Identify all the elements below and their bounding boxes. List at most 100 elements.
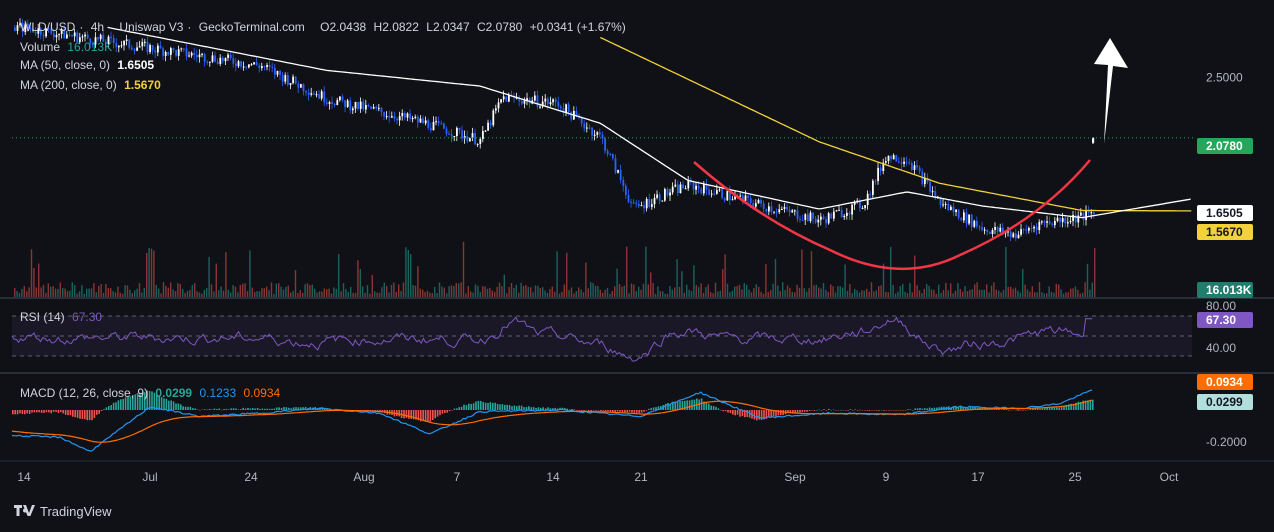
volume-bar xyxy=(1007,286,1009,297)
volume-bar xyxy=(342,283,345,297)
macd-hist-bar xyxy=(1010,409,1012,411)
candle-body xyxy=(258,65,261,68)
macd-hist-bar xyxy=(712,406,715,410)
macd-hist-bar xyxy=(278,407,280,410)
macd-hist-bar xyxy=(50,410,52,414)
macd-hist-bar xyxy=(768,410,770,418)
macd-hist-bar xyxy=(926,408,928,410)
volume-bar xyxy=(191,285,193,297)
volume-bar xyxy=(381,287,383,297)
candle-body xyxy=(843,215,846,218)
candle-body xyxy=(411,117,414,120)
macd-hist-bar xyxy=(624,410,626,413)
candle-body xyxy=(505,96,508,102)
macd-hist-bar xyxy=(240,409,242,410)
macd-hist-bar xyxy=(96,410,98,415)
candle-body xyxy=(16,25,19,31)
candle-body xyxy=(370,106,372,109)
volume-bar xyxy=(806,291,808,297)
candle-body xyxy=(825,219,827,224)
macd-hist-bar xyxy=(916,408,919,410)
candle-body xyxy=(1009,231,1012,238)
symbol-header: WLD/USD · 4h · Uniswap V3 · GeckoTerminal.c… xyxy=(20,20,626,34)
interval[interactable]: 4h xyxy=(91,20,104,34)
candle-body xyxy=(401,113,404,117)
volume-bar xyxy=(873,291,875,297)
candle-body xyxy=(762,203,765,209)
volume-bar xyxy=(650,272,652,297)
candle-body xyxy=(151,45,154,51)
candle-body xyxy=(900,162,903,164)
volume-bar xyxy=(162,282,165,297)
candle-body xyxy=(601,134,604,139)
candle-body xyxy=(1048,221,1051,224)
macd-hist-bar xyxy=(667,402,669,410)
macd-hist-bar xyxy=(470,403,472,410)
macd-hist-bar xyxy=(823,409,825,410)
macd-hist-bar xyxy=(254,408,256,410)
ohlc-close-label: C xyxy=(476,20,486,34)
ma50-legend[interactable]: MA (50, close, 0) 1.6505 xyxy=(20,58,158,72)
candle-body xyxy=(237,61,240,67)
macd-hist-bar xyxy=(184,406,187,410)
volume-bar xyxy=(801,249,803,297)
volume-bar xyxy=(167,287,169,297)
volume-bar xyxy=(964,286,966,297)
volume-bar xyxy=(422,289,424,297)
macd-hist-bar xyxy=(108,406,110,410)
macd-hist-bar xyxy=(1017,410,1020,411)
last-candle-body xyxy=(1092,137,1095,143)
candle-body xyxy=(474,133,476,145)
volume-bar xyxy=(407,249,409,297)
volume-bar xyxy=(1010,286,1012,297)
macd-hist-bar xyxy=(518,405,520,410)
macd-hist-bar xyxy=(715,406,717,410)
candle-body xyxy=(346,100,349,108)
macd-hist-bar xyxy=(780,410,782,416)
chart-canvas[interactable]: 2.50002.00002.07801.65051.567016.013K80.… xyxy=(0,0,1274,532)
volume-bar xyxy=(714,282,717,297)
volume-bar xyxy=(594,285,597,297)
macd-hist-bar xyxy=(448,410,451,412)
macd-hist-bar xyxy=(439,410,441,416)
volume-bar xyxy=(544,290,546,297)
volume-bar xyxy=(472,292,474,297)
volume-bar xyxy=(906,293,909,297)
volume-bar xyxy=(141,292,143,297)
volume-bar xyxy=(729,292,731,297)
candle-body xyxy=(596,132,599,135)
candle-body xyxy=(359,101,362,109)
macd-hist-bar xyxy=(268,408,271,410)
rsi-legend[interactable]: RSI (14) 67.30 xyxy=(20,310,106,324)
candle-body xyxy=(99,34,102,40)
macd-legend[interactable]: MACD (12, 26, close, 9) 0.0299 0.1233 0.… xyxy=(20,386,284,400)
candle-body xyxy=(976,220,978,227)
ma200-legend[interactable]: MA (200, close, 0) 1.5670 xyxy=(20,78,165,92)
volume-bar xyxy=(335,288,337,297)
macd-hist-bar xyxy=(100,410,103,412)
volume-bar xyxy=(26,291,28,297)
volume-legend[interactable]: Volume 16.013K xyxy=(20,40,116,54)
macd-hist-bar xyxy=(801,410,804,412)
macd-hist-bar xyxy=(81,410,84,420)
macd-hist-bar xyxy=(664,403,667,410)
macd-hist-bar xyxy=(199,410,201,411)
candle-body xyxy=(981,227,983,230)
brand[interactable]: TradingView xyxy=(14,504,112,519)
symbol-name[interactable]: WLD/USD xyxy=(20,20,75,34)
volume-bar xyxy=(321,291,323,297)
candle-body xyxy=(721,189,723,199)
candle-body xyxy=(419,118,422,123)
candle-body xyxy=(216,61,219,64)
volume-bar xyxy=(486,288,489,297)
volume-bar xyxy=(527,287,529,297)
candle-body xyxy=(86,34,89,39)
macd-hist-bar xyxy=(52,410,55,412)
volume-bar xyxy=(928,285,930,297)
candle-body xyxy=(521,101,523,104)
macd-hist-bar xyxy=(813,410,816,411)
candle-body xyxy=(404,113,406,118)
volume-bar xyxy=(628,293,630,297)
candle-body xyxy=(164,52,167,56)
candle-body xyxy=(892,155,895,160)
